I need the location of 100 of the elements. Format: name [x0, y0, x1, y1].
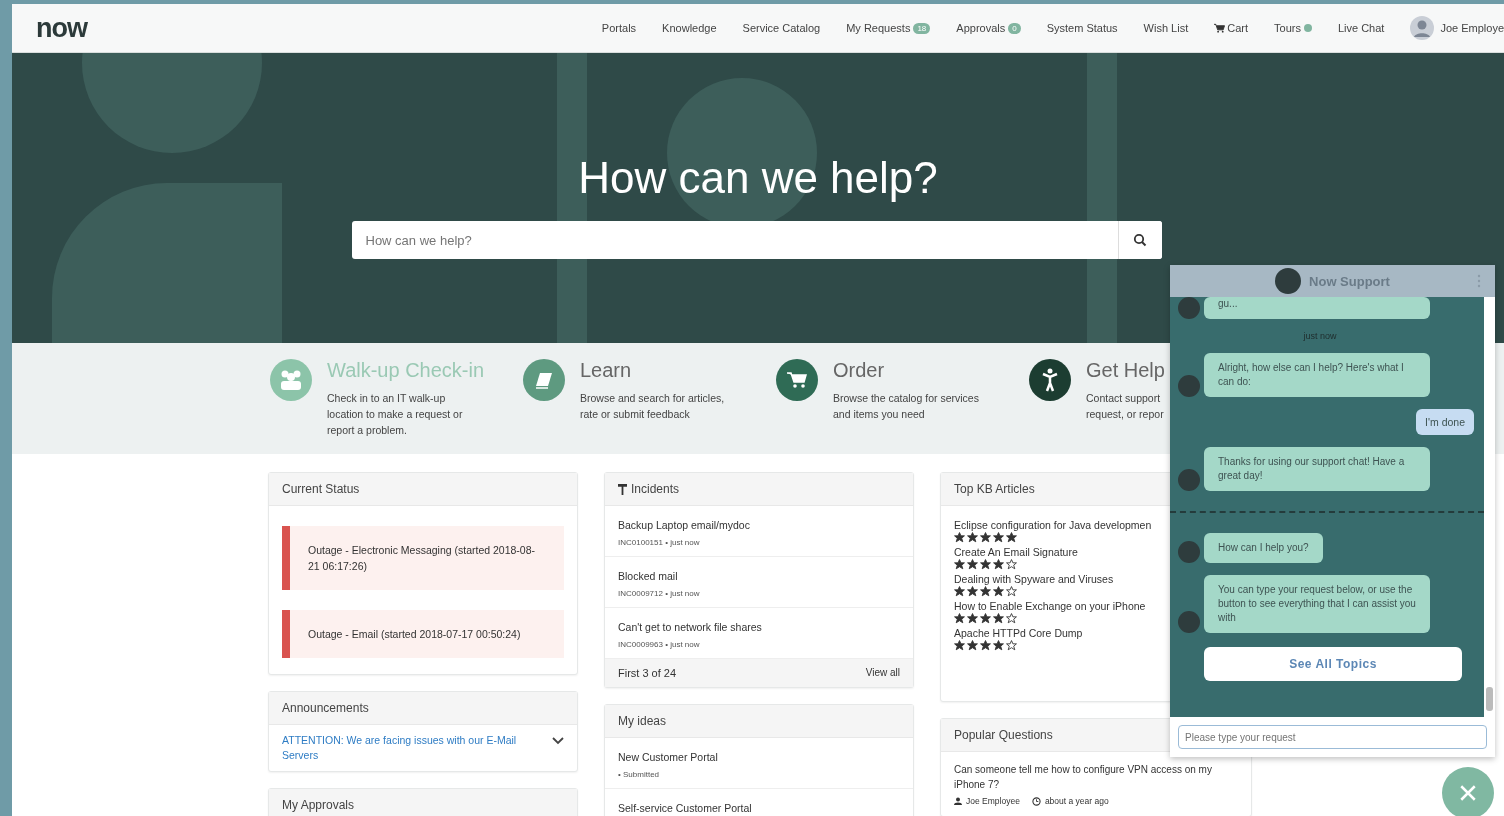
result-count: First 3 of 24	[618, 667, 677, 679]
user-name[interactable]: Joe Employe	[1440, 22, 1504, 34]
idea-link[interactable]: Self-service Customer Portal	[618, 802, 752, 814]
incident-meta: INC0009712 • just now	[618, 589, 701, 598]
star-filled-icon	[967, 640, 978, 651]
question-link[interactable]: Can someone tell me how to configure VPN access on my iPhone 7?	[954, 762, 1238, 792]
bot-message: You can type your request below, or use the button to see everything that I can assist you with	[1204, 575, 1430, 633]
star-filled-icon	[967, 559, 978, 570]
nav-link[interactable]: System Status	[1046, 22, 1118, 34]
person-icon[interactable]	[1029, 359, 1071, 401]
idea-status: • Submitted	[618, 770, 661, 779]
star-filled-icon	[967, 586, 978, 597]
nav-link[interactable]: Cart	[1227, 22, 1248, 34]
nav-link[interactable]: My Requests	[846, 22, 911, 34]
question-author: Joe Employee	[966, 796, 1020, 806]
star-outline-icon	[1006, 640, 1017, 651]
star-outline-icon	[1006, 586, 1017, 597]
bot-message: Alright, how else can I help? Here's what I can do:	[1204, 353, 1430, 397]
star-filled-icon	[980, 559, 991, 570]
incident-meta: INC0100151 • just now	[618, 538, 701, 547]
nav-link[interactable]: Wish List	[1143, 22, 1189, 34]
star-filled-icon	[993, 559, 1004, 570]
star-filled-icon	[967, 613, 978, 624]
star-filled-icon	[1006, 532, 1017, 543]
search-icon	[1133, 233, 1147, 247]
star-outline-icon	[1006, 613, 1017, 624]
bot-avatar-icon	[1178, 541, 1200, 563]
nav-link[interactable]: Portals	[601, 22, 637, 34]
bot-message: Thanks for using our support chat! Have a great day!	[1204, 447, 1430, 491]
incident-link[interactable]: Blocked mail	[618, 570, 678, 582]
clock-icon	[1031, 796, 1041, 806]
bot-avatar-icon	[1178, 469, 1200, 491]
see-all-topics-button[interactable]: See All Topics	[1204, 647, 1462, 681]
cart-icon[interactable]	[776, 359, 818, 401]
star-filled-icon	[993, 586, 1004, 597]
star-filled-icon	[980, 613, 991, 624]
incident-meta: INC0009963 • just now	[618, 640, 701, 649]
feature-description: Contact support request, or repor	[1086, 391, 1165, 422]
card-title: Current Status	[269, 473, 577, 506]
article-link[interactable]: Apache HTTPd Core Dump	[954, 626, 1083, 640]
chat-title: Now Support	[1309, 273, 1390, 289]
nav-link[interactable]: Service Catalog	[742, 22, 821, 34]
feature-title[interactable]: Get Help	[1086, 359, 1165, 382]
star-filled-icon	[993, 640, 1004, 651]
nav-link[interactable]: Tours	[1274, 22, 1301, 34]
star-filled-icon	[954, 613, 965, 624]
view-all-link[interactable]: View all	[865, 667, 900, 679]
announcement-link[interactable]: ATTENTION: We are facing issues with our E-Mail Servers	[282, 733, 532, 763]
article-link[interactable]: Eclipse configuration for Java developmen	[954, 518, 1152, 532]
status-dot	[1303, 24, 1312, 32]
card-title: My ideas	[605, 705, 913, 738]
star-filled-icon	[980, 640, 991, 651]
nav-link[interactable]: Knowledge	[662, 22, 717, 34]
nav-link[interactable]: Live Chat	[1337, 22, 1385, 34]
bot-avatar-icon	[1275, 268, 1302, 294]
star-filled-icon	[980, 586, 991, 597]
cart-icon	[1214, 23, 1226, 33]
count-badge: 18	[913, 22, 931, 34]
star-filled-icon	[993, 532, 1004, 543]
bot-avatar-icon	[1178, 611, 1200, 633]
bot-avatar-icon	[1178, 297, 1200, 319]
star-filled-icon	[954, 640, 965, 651]
star-filled-icon	[967, 532, 978, 543]
feature-title[interactable]: Order	[833, 359, 979, 382]
scrollbar[interactable]	[1484, 297, 1495, 717]
idea-link[interactable]: New Customer Portal	[618, 751, 718, 763]
book-icon[interactable]	[523, 359, 565, 401]
incident-link[interactable]: Can't get to network file shares	[618, 621, 762, 633]
close-button[interactable]	[1442, 767, 1494, 816]
user-icon	[954, 797, 962, 805]
people-icon[interactable]	[270, 359, 312, 401]
close-icon	[1459, 784, 1477, 802]
feature-title[interactable]: Learn	[580, 359, 725, 382]
incident-link[interactable]: Backup Laptop email/mydoc	[618, 519, 750, 531]
chevron-icon[interactable]	[552, 737, 564, 745]
user-message: I'm done	[1416, 409, 1474, 435]
card-title: Incidents	[631, 482, 680, 496]
article-link[interactable]: Dealing with Spyware and Viruses	[954, 572, 1114, 586]
count-badge: 0	[1008, 22, 1021, 34]
bot-message: gu...	[1204, 297, 1430, 319]
article-link[interactable]: Create An Email Signature	[954, 545, 1078, 559]
question-time: about a year ago	[1044, 796, 1109, 806]
star-filled-icon	[954, 586, 965, 597]
article-link[interactable]: How to Enable Exchange on your iPhone	[954, 599, 1146, 613]
avatar-icon[interactable]	[1410, 16, 1435, 40]
outage-alert: Outage - Electronic Messaging (started 2018-08-21 06:17:26)	[282, 526, 564, 590]
outage-alert: Outage - Email (started 2018-07-17 00:50:24)	[282, 610, 564, 658]
logo[interactable]: now	[36, 12, 87, 44]
star-filled-icon	[954, 532, 965, 543]
bot-avatar-icon	[1178, 375, 1200, 397]
feature-description: Check in to an IT walk-up location to make a request or report a problem.	[327, 391, 464, 438]
feature-description: Browse the catalog for services and items you need	[833, 391, 979, 422]
hero-title: How can we help?	[578, 153, 938, 203]
bot-message: How can I help you?	[1204, 533, 1323, 563]
feature-description: Browse and search for articles, rate or submit feedback	[580, 391, 725, 422]
star-filled-icon	[993, 613, 1004, 624]
search-button[interactable]	[1117, 221, 1162, 259]
star-filled-icon	[954, 559, 965, 570]
nav-link[interactable]: Approvals	[956, 22, 1006, 34]
chat-input-field[interactable]: Please type your request	[1178, 725, 1487, 749]
